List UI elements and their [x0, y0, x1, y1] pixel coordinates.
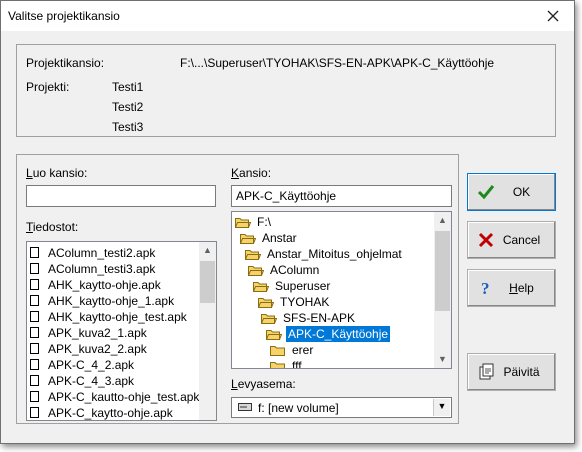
folder-icon	[270, 346, 285, 356]
folder-label: Kansio:	[231, 166, 272, 180]
window-title: Valitse projektikansio	[8, 9, 120, 23]
open-folder-icon	[258, 298, 274, 308]
file-icon	[30, 247, 39, 258]
folder-tree[interactable]: F:\ Anstar Anstar_Mitoitus_ohjelmat AColumn…	[231, 211, 452, 369]
help-button[interactable]: ? Help	[467, 269, 556, 307]
cancel-button[interactable]: Cancel	[467, 221, 556, 259]
file-icon	[30, 279, 39, 290]
open-folder-icon	[248, 266, 264, 276]
scroll-down-arrow-icon[interactable]: ▼	[434, 351, 451, 368]
open-folder-icon	[240, 234, 256, 244]
open-folder-icon	[253, 282, 269, 292]
file-icon	[30, 311, 39, 322]
file-icon	[30, 391, 39, 402]
open-folder-icon	[266, 330, 282, 340]
refresh-button[interactable]: Päivitä	[467, 353, 556, 391]
create-folder-input[interactable]	[26, 185, 216, 207]
drive-icon	[238, 403, 252, 411]
drive-value: f: [new volume]	[258, 401, 339, 415]
file-icon	[30, 327, 39, 338]
scroll-up-arrow-icon[interactable]: ▲	[199, 242, 216, 259]
file-icon	[30, 263, 39, 274]
folder-icon	[270, 362, 285, 368]
dialog-window: Valitse projektikansio Projektikansio: F…	[0, 0, 575, 444]
scroll-thumb[interactable]	[200, 261, 215, 303]
file-icon	[30, 359, 39, 370]
files-scrollbar[interactable]: ▲	[199, 242, 216, 420]
title-bar[interactable]: Valitse projektikansio	[1, 1, 574, 31]
file-icon	[30, 407, 39, 418]
drive-select[interactable]: f: [new volume] ▼	[231, 397, 452, 418]
open-folder-icon	[261, 314, 277, 324]
chevron-down-icon[interactable]: ▼	[433, 399, 450, 416]
project-name: Testi1	[112, 80, 144, 94]
ok-button[interactable]: OK	[467, 173, 556, 211]
folder-path-label: Projektikansio:	[26, 56, 105, 70]
open-folder-icon	[235, 218, 251, 228]
folder-input[interactable]: APK-C_Käyttöohje	[231, 185, 452, 207]
create-folder-label: Luo kansio:	[26, 166, 88, 180]
file-icon	[30, 343, 39, 354]
files-label: Tiedostot:	[26, 220, 79, 234]
scroll-thumb[interactable]	[435, 231, 450, 311]
project-name: Testi2	[112, 100, 144, 114]
drive-label: Levyasema:	[231, 377, 296, 391]
folder-scrollbar[interactable]: ▲ ▼	[434, 212, 451, 368]
project-info-panel: Projektikansio: F:\...\Superuser\TYOHAK\…	[16, 44, 556, 137]
folder-path-value: F:\...\Superuser\TYOHAK\SFS-EN-APK\APK-C…	[180, 56, 495, 70]
file-icon	[30, 295, 39, 306]
close-icon	[547, 10, 559, 22]
project-label: Projekti:	[26, 80, 70, 94]
scroll-up-arrow-icon[interactable]: ▲	[434, 212, 451, 229]
project-name: Testi3	[112, 120, 144, 134]
files-listbox[interactable]: AColumn_testi2.apk AColumn_testi3.apk AHK_…	[26, 241, 217, 421]
file-icon	[30, 375, 39, 386]
close-button[interactable]	[541, 5, 565, 27]
open-folder-icon	[245, 250, 261, 260]
